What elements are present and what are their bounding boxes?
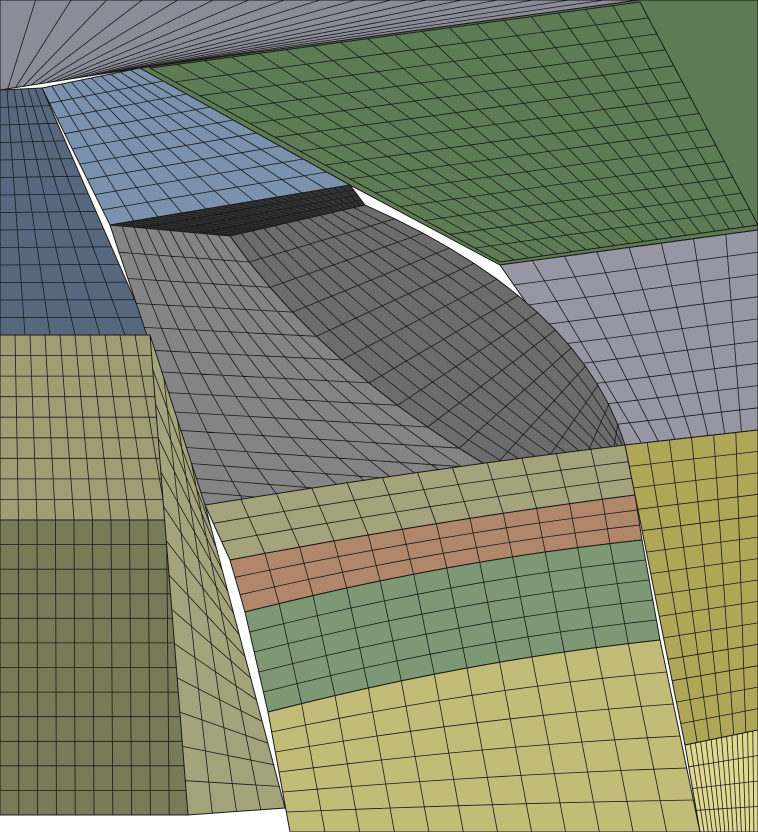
mesh-viewport[interactable] (0, 0, 758, 832)
olive-left-lower (0, 519, 189, 816)
mesh-render (0, 0, 758, 832)
